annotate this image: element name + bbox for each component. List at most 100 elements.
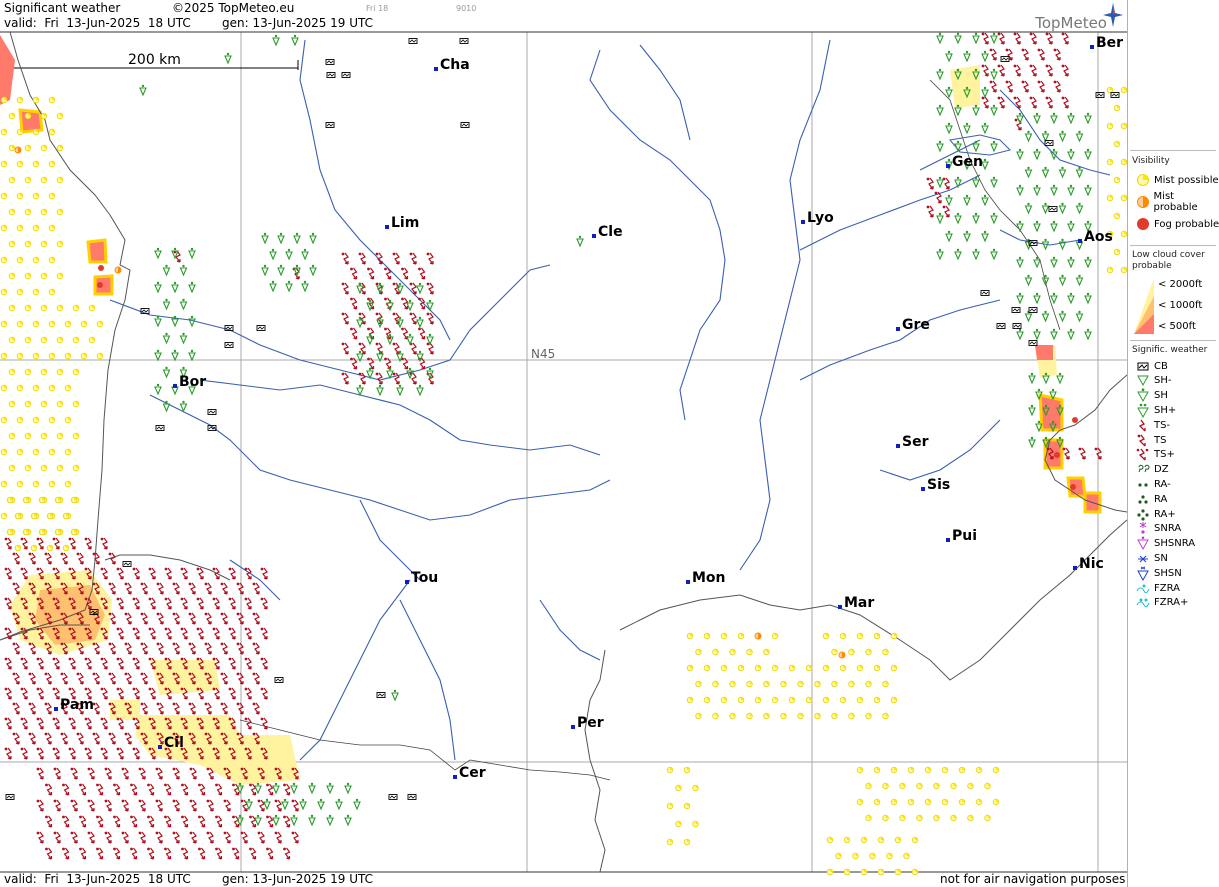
city-name: Gen [952,154,983,170]
legend-sigwx-ra: RA- [1132,477,1171,491]
borders [239,79,1061,781]
legend-sigwx-ts: TS [1132,433,1166,447]
city-tou: Tou [405,570,439,586]
legend-sigwx-fzra: FZRA [1132,581,1180,595]
legend-sigwx-fzra: FZRA+ [1132,596,1188,610]
legend-sigwx-sh: SH+ [1132,403,1177,418]
city-marker-icon [896,444,900,448]
city-sis: Sis [921,477,951,493]
snra-icon [1139,522,1147,534]
footer-disclaimer: not for air navigation purposes [940,872,1126,886]
legend-fog-probable: Fog probable [1132,217,1219,231]
city-name: Bor [179,374,207,390]
city-cil: Cil [158,735,184,751]
scale-label: 200 km [128,52,181,68]
city-name: Cle [598,224,623,240]
city-marker-icon [54,707,58,711]
city-lim: Lim [385,215,420,231]
lake [949,134,1011,156]
header-small-a: Fri 18 [366,4,389,13]
legend-lowcloud-title-2: probable [1132,261,1172,271]
city-marker-icon [592,234,596,238]
legend-label: SH+ [1154,404,1177,416]
logo-star-icon [1103,3,1123,27]
city-name: Cil [164,735,184,751]
city-per: Per [571,715,604,731]
city-name: Sis [927,477,951,493]
city-marker-icon [946,164,950,168]
city-cer: Cer [453,765,486,781]
logo-text: TopMeteo [1035,14,1107,32]
low-cloud-ramp [1134,278,1154,334]
legend-label: Mist probable [1153,191,1198,213]
city-name: Tou [411,570,439,586]
legend-label: Fog probable [1154,218,1219,230]
legend-sigwx-title: Signific. weather [1132,345,1208,355]
city-marker-icon [385,225,389,229]
dz-icon [1138,464,1150,473]
city-lyo: Lyo [801,210,834,226]
city-marker-icon [1078,239,1082,243]
legend-label: RA [1154,493,1168,505]
city-name: Lim [391,215,420,231]
city-gen: Gen [946,154,983,170]
city-name: Pam [60,697,94,713]
legend-visibility-title: Visibility [1132,156,1170,166]
city-mar: Mar [838,595,875,611]
fzra-heavy-icon [1136,598,1150,608]
legend-sigwx-ra: RA [1132,492,1167,506]
city-nic: Nic [1073,556,1104,572]
city-name: Gre [902,317,930,333]
ts-icon [1137,434,1146,446]
sh-icon [1137,388,1149,403]
legend-label: FZRA [1154,582,1180,594]
city-cle: Cle [592,224,623,240]
legend-label: TS [1154,434,1167,446]
legend-lowcloud-title-1: Low cloud cover [1132,250,1205,260]
city-marker-icon [571,725,575,729]
city-pam: Pam [54,697,94,713]
city-name: Mar [844,595,875,611]
legend-label: Mist possible [1154,174,1219,186]
mist-probable-icon [1136,196,1149,208]
city-marker-icon [1090,45,1094,49]
sn-icon [1138,555,1148,563]
city-pui: Pui [946,528,978,544]
low-cloud-patches [0,35,1102,785]
legend-label: SH [1154,390,1168,402]
shsn-icon [1137,566,1149,581]
legend-label: TS+ [1154,449,1175,461]
latitude-label: N45 [531,347,555,361]
legend-sigwx-cb: CB [1132,359,1168,373]
city-bor: Bor [173,374,207,390]
legend-label: SHSN [1154,567,1182,579]
legend-cloud-1000: < 1000ft [1158,299,1203,311]
ts-light-icon [1138,419,1146,432]
copyright: ©2025 TopMeteo.eu [172,1,295,15]
city-marker-icon [1073,566,1077,570]
weather-map: N45 200 km [0,31,1127,876]
map-title: Significant weather [4,1,121,15]
city-name: Cha [440,57,470,73]
sh-heavy-icon [1137,403,1149,418]
legend-label: SHSNRA [1154,538,1196,550]
city-name: Pui [952,528,978,544]
legend-sigwx-ts: TS- [1132,418,1170,432]
legend-sigwx-ts: TS+ [1132,448,1175,462]
city-marker-icon [838,605,842,609]
ra-icon [1138,495,1148,504]
city-name: Nic [1079,556,1104,572]
city-marker-icon [158,745,162,749]
legend-sigwx-shsn: SHSN [1132,566,1182,581]
legend-label: CB [1154,360,1168,372]
city-name: Lyo [807,210,834,226]
city-ser: Ser [896,434,928,450]
legend-mist-possible: Mist possible [1132,173,1219,187]
sh-light-icon [1137,375,1149,387]
city-ber: Ber [1090,35,1123,51]
city-cha: Cha [434,57,470,73]
legend-cloud-500: < 500ft [1158,320,1196,332]
legend-label: SN [1154,552,1168,564]
city-name: Per [577,715,604,731]
footer-gen: gen: 13-Jun-2025 19 UTC [222,872,374,886]
